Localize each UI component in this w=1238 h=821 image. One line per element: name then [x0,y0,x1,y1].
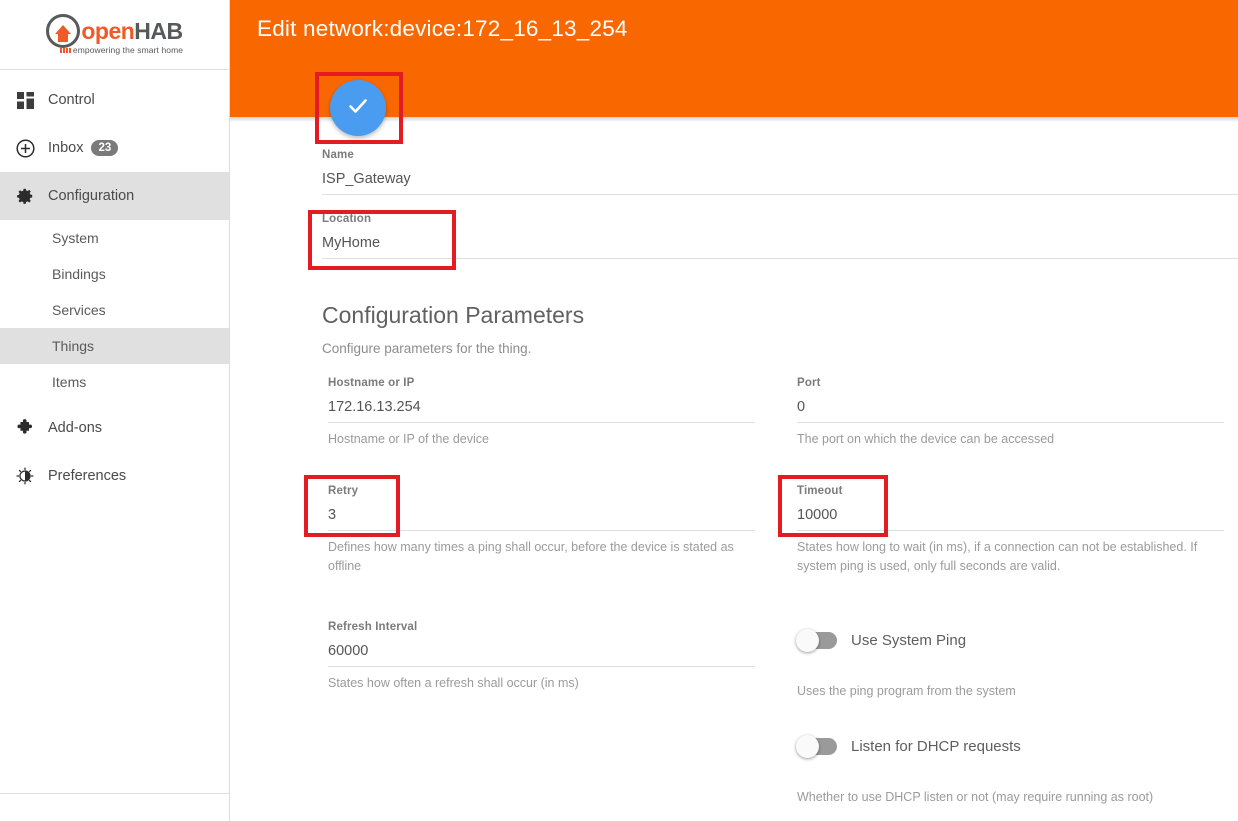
field-name: Name ISP_Gateway [322,149,1238,195]
sidebar-subitem-system[interactable]: System [0,220,229,256]
logo-text-open: open [81,17,135,44]
openhab-logo[interactable]: open HAB empowering the smart home [0,0,229,70]
sidebar-item-preferences[interactable]: Preferences [0,452,229,500]
field-refresh-interval-input[interactable]: 60000 [328,643,755,666]
sidebar-item-label: Preferences [48,468,127,484]
inbox-badge: 23 [91,139,119,157]
brightness-icon [14,465,36,487]
grid-icon [14,89,36,111]
field-timeout-underline [797,530,1224,531]
field-refresh-interval-help: States how often a refresh shall occur (… [328,676,579,690]
sidebar-subitem-items[interactable]: Items [0,364,229,400]
field-timeout: Timeout 10000 States how long to wait (i… [797,485,1224,577]
sidebar-subitem-label: Things [52,338,95,354]
field-port-label: Port [797,377,821,389]
page-title: Edit network:device:172_16_13_254 [257,16,628,41]
use-system-ping-toggle[interactable] [796,629,837,652]
field-port-input[interactable]: 0 [797,399,1224,422]
field-hostname-underline [328,422,755,423]
field-name-underline [322,194,1238,195]
field-hostname-label: Hostname or IP [328,377,415,389]
field-refresh-interval: Refresh Interval 60000 States how often … [328,621,755,693]
field-location-input[interactable]: MyHome [322,235,1202,258]
sidebar-subitem-label: Services [52,302,106,318]
field-port: Port 0 The port on which the device can … [797,377,1224,449]
field-timeout-input[interactable]: 10000 [797,507,1224,530]
sidebar-item-inbox[interactable]: Inbox 23 [0,124,229,172]
sidebar-subitem-services[interactable]: Services [0,292,229,328]
plus-circle-icon [14,137,36,159]
sidebar-subitem-label: System [52,230,99,246]
field-refresh-interval-underline [328,666,755,667]
toggle-knob [796,629,819,652]
field-retry-help: Defines how many times a ping shall occu… [328,540,734,574]
sidebar-item-label: Inbox [48,140,84,156]
sidebar-subitem-things[interactable]: Things [0,328,229,364]
toggle-row-use-system-ping: Use System Ping [796,629,967,652]
logo-text-hab: HAB [134,17,183,44]
section-title: Configuration Parameters [322,302,585,328]
field-location: Location MyHome [322,213,1238,259]
field-refresh-interval-label: Refresh Interval [328,621,418,633]
listen-dhcp-toggle[interactable] [796,735,837,758]
field-retry: Retry 3 Defines how many times a ping sh… [328,485,755,577]
field-hostname: Hostname or IP 172.16.13.254 Hostname or… [328,377,755,449]
field-port-underline [797,422,1224,423]
use-system-ping-label: Use System Ping [851,632,967,649]
sidebar-subitem-label: Bindings [52,266,106,282]
sidebar-bottom-divider [0,793,229,794]
logo-bars-icon [59,47,71,53]
toggle-knob [796,735,819,758]
sidebar: open HAB empowering the smart home Contr… [0,0,230,821]
sidebar-nav: Control Inbox 23 Configuration System Bi… [0,70,229,500]
field-retry-input[interactable]: 3 [328,507,755,530]
sidebar-subitem-label: Items [52,374,87,390]
openhab-house-icon [46,14,81,48]
use-system-ping-help: Uses the ping program from the system [797,684,1016,698]
listen-dhcp-label: Listen for DHCP requests [851,738,1021,755]
section-subtitle: Configure parameters for the thing. [322,341,532,356]
app-window: open HAB empowering the smart home Contr… [0,0,1238,821]
sidebar-item-addons[interactable]: Add-ons [0,404,229,452]
logo-tagline-text: empowering the smart home [72,45,184,55]
field-hostname-input[interactable]: 172.16.13.254 [328,399,755,422]
sidebar-subitem-bindings[interactable]: Bindings [0,256,229,292]
field-hostname-help: Hostname or IP of the device [328,432,489,446]
sidebar-item-label: Control [48,92,95,108]
field-port-help: The port on which the device can be acce… [797,432,1055,446]
field-retry-underline [328,530,755,531]
sidebar-item-control[interactable]: Control [0,76,229,124]
field-name-input[interactable]: ISP_Gateway [322,171,1202,194]
field-name-label: Name [322,149,354,161]
sidebar-item-label: Add-ons [48,420,103,436]
field-retry-label: Retry [328,485,359,497]
listen-dhcp-help: Whether to use DHCP listen or not (may r… [797,790,1154,804]
field-location-label: Location [322,213,372,225]
save-button[interactable] [330,80,386,136]
field-location-underline [322,258,1238,259]
check-icon [344,92,372,125]
toggle-row-listen-dhcp: Listen for DHCP requests [796,735,1021,758]
puzzle-icon [14,417,36,439]
field-timeout-help: States how long to wait (in ms), if a co… [797,540,1198,574]
sidebar-item-configuration[interactable]: Configuration [0,172,229,220]
gear-icon [14,185,36,207]
main-content: Name ISP_Gateway Location MyHome Configu… [230,122,1238,821]
sidebar-item-label: Configuration [48,188,135,204]
field-timeout-label: Timeout [797,485,843,497]
